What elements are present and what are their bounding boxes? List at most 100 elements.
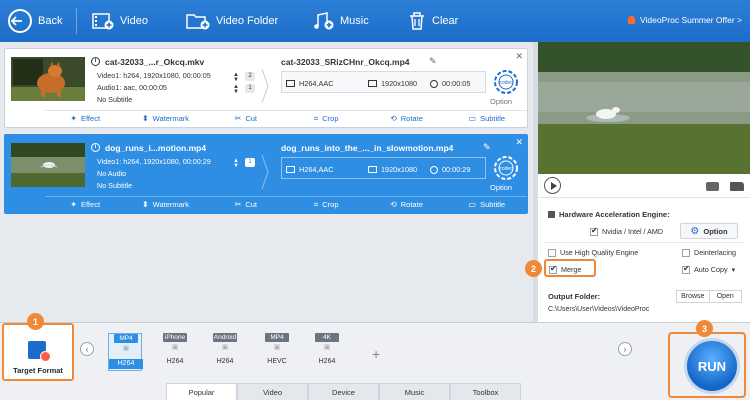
close-icon[interactable]: ✕ [515, 137, 523, 148]
film-icon: ▣ [221, 344, 229, 351]
merge-checkbox[interactable] [549, 264, 557, 274]
format-container: MP4 [114, 334, 138, 343]
codec-gear-icon[interactable]: codec [493, 69, 519, 95]
output-folder-buttons: Browse Open [676, 290, 742, 303]
target-format-icon [28, 341, 51, 362]
format-iphone-h264[interactable]: iPhone ▣ H264 [158, 333, 192, 371]
callout-badge-1: 1 [27, 313, 44, 330]
codec-icon [286, 166, 295, 173]
tab-toolbox[interactable]: Toolbox [450, 383, 521, 400]
effect-button[interactable]: ✦ Effect [45, 197, 125, 212]
rotate-button[interactable]: ⟲ Rotate [366, 111, 446, 126]
tab-video[interactable]: Video [237, 383, 308, 400]
gear-icon: ⚙ [690, 225, 700, 237]
pencil-icon[interactable]: ✎ [483, 142, 491, 153]
back-button[interactable]: Back [8, 0, 62, 42]
merge-row[interactable]: Merge [549, 264, 581, 274]
callout-badge-3: 3 [696, 320, 713, 337]
tab-music[interactable]: Music [379, 383, 450, 400]
add-video-button[interactable]: Video [92, 0, 148, 42]
info-icon[interactable]: i [91, 57, 100, 66]
subtitle-button[interactable]: ▭ Subtitle [447, 197, 527, 212]
format-mp4-h264[interactable]: MP4 ▣ H264 [108, 333, 143, 371]
add-video-folder-button[interactable]: Video Folder [186, 0, 278, 42]
folder-icon[interactable] [730, 182, 744, 191]
auto-copy-checkbox[interactable] [682, 264, 690, 274]
open-button[interactable]: Open [710, 291, 742, 302]
summer-offer-link[interactable]: VideoProc Summer Offer > [628, 15, 742, 25]
format-4k-h264[interactable]: 4K ▣ H264 [310, 333, 344, 371]
cat-thumbnail [11, 57, 85, 101]
file-list: i cat-32033_...r_Okcq.mkv Video1: h264, … [0, 42, 533, 322]
cut-button[interactable]: ✂ Cut [206, 197, 286, 212]
chevron-down-icon[interactable]: ▾ [732, 266, 736, 274]
output-info-box: H264,AAC 1920x1080 00:00:29 [281, 157, 486, 179]
output-folder-label: Output Folder: [548, 292, 601, 301]
divider [544, 242, 744, 243]
tab-device[interactable]: Device [308, 383, 379, 400]
video-preview [538, 42, 750, 174]
subtitle-track-info: No Subtitle [97, 181, 133, 190]
crop-button[interactable]: ⌗ Crop [286, 111, 366, 126]
codec-option-label[interactable]: Option [490, 183, 512, 192]
subtitle-label: Subtitle [480, 200, 506, 209]
add-format-icon[interactable]: + [372, 347, 380, 361]
hw-option-button[interactable]: ⚙ Option [680, 223, 738, 239]
deinterlacing-checkbox[interactable] [682, 248, 690, 257]
deinterlacing-row[interactable]: Deinterlacing [682, 248, 736, 257]
scroll-left-button[interactable]: ‹ [80, 342, 94, 356]
nvidia-checkbox-row[interactable]: Nvidia / Intel / AMD [590, 226, 663, 236]
codec-gear-icon[interactable]: codec [493, 155, 519, 181]
pencil-icon[interactable]: ✎ [429, 56, 437, 67]
video-track-stepper[interactable]: ▲ ▼ [233, 158, 239, 169]
chevron-right-icon [261, 154, 269, 190]
format-container: Android [213, 333, 237, 342]
format-android-h264[interactable]: Android ▣ H264 [208, 333, 242, 371]
auto-copy-row[interactable]: Auto Copy ▾ [682, 264, 736, 274]
rotate-icon: ⟲ [390, 200, 397, 209]
subtitle-button[interactable]: ▭ Subtitle [447, 111, 527, 126]
edit-toolbar: ✦ Effect ⬍ Watermark ✂ Cut ⌗ Crop ⟲ Rotate ▭ S… [45, 110, 527, 126]
stamp-icon: ⬍ [141, 200, 149, 209]
output-resolution: 1920x1080 [381, 165, 418, 174]
target-format-button[interactable]: Target Format [2, 323, 74, 381]
browse-button[interactable]: Browse [677, 291, 710, 302]
trash-icon [410, 12, 424, 30]
rotate-button[interactable]: ⟲ Rotate [366, 197, 446, 212]
effect-button[interactable]: ✦ Effect [45, 111, 125, 126]
video-track-stepper[interactable]: ▲ ▼ [233, 72, 239, 83]
audio-track-info: No Audio [97, 169, 127, 178]
watermark-button[interactable]: ⬍ Watermark [125, 197, 205, 212]
nvidia-checkbox[interactable] [590, 226, 598, 236]
file-item-cat[interactable]: i cat-32033_...r_Okcq.mkv Video1: h264, … [4, 48, 528, 128]
add-music-button[interactable]: Music [312, 0, 369, 42]
cut-button[interactable]: ✂ Cut [206, 111, 286, 126]
tab-popular[interactable]: Popular [166, 383, 237, 400]
format-mp4-hevc[interactable]: MP4 ▣ HEVC [260, 333, 294, 371]
deinterlacing-label: Deinterlacing [694, 248, 736, 257]
folder-add-icon [186, 14, 210, 30]
info-icon[interactable]: i [91, 143, 100, 152]
format-container: 4K [315, 333, 339, 342]
camera-icon[interactable] [706, 182, 719, 191]
watermark-button[interactable]: ⬍ Watermark [125, 111, 205, 126]
run-highlight: RUN [668, 332, 746, 398]
high-quality-row[interactable]: Use High Quality Engine [548, 248, 638, 257]
codec-option-label[interactable]: Option [490, 97, 512, 106]
source-file-name: cat-32033_...r_Okcq.mkv [105, 57, 205, 67]
run-button[interactable]: RUN [684, 338, 740, 394]
audio-track-info: Audio1: aac, 00:00:05 [97, 83, 167, 92]
scroll-right-button[interactable]: › [618, 342, 632, 356]
format-codec: H264 [166, 358, 184, 365]
clock-icon [430, 79, 438, 88]
format-codec: H264 [216, 358, 234, 365]
clear-button[interactable]: Clear [408, 0, 458, 42]
audio-track-stepper[interactable]: ▲ ▼ [233, 84, 239, 95]
crop-button[interactable]: ⌗ Crop [286, 197, 366, 212]
high-quality-checkbox[interactable] [548, 248, 556, 257]
preview-controls [538, 174, 750, 198]
close-icon[interactable]: ✕ [515, 51, 523, 62]
clear-label: Clear [432, 15, 459, 27]
file-item-dog[interactable]: i dog_runs_i...motion.mp4 Video1: h264, … [4, 134, 528, 214]
play-icon[interactable] [544, 177, 561, 194]
